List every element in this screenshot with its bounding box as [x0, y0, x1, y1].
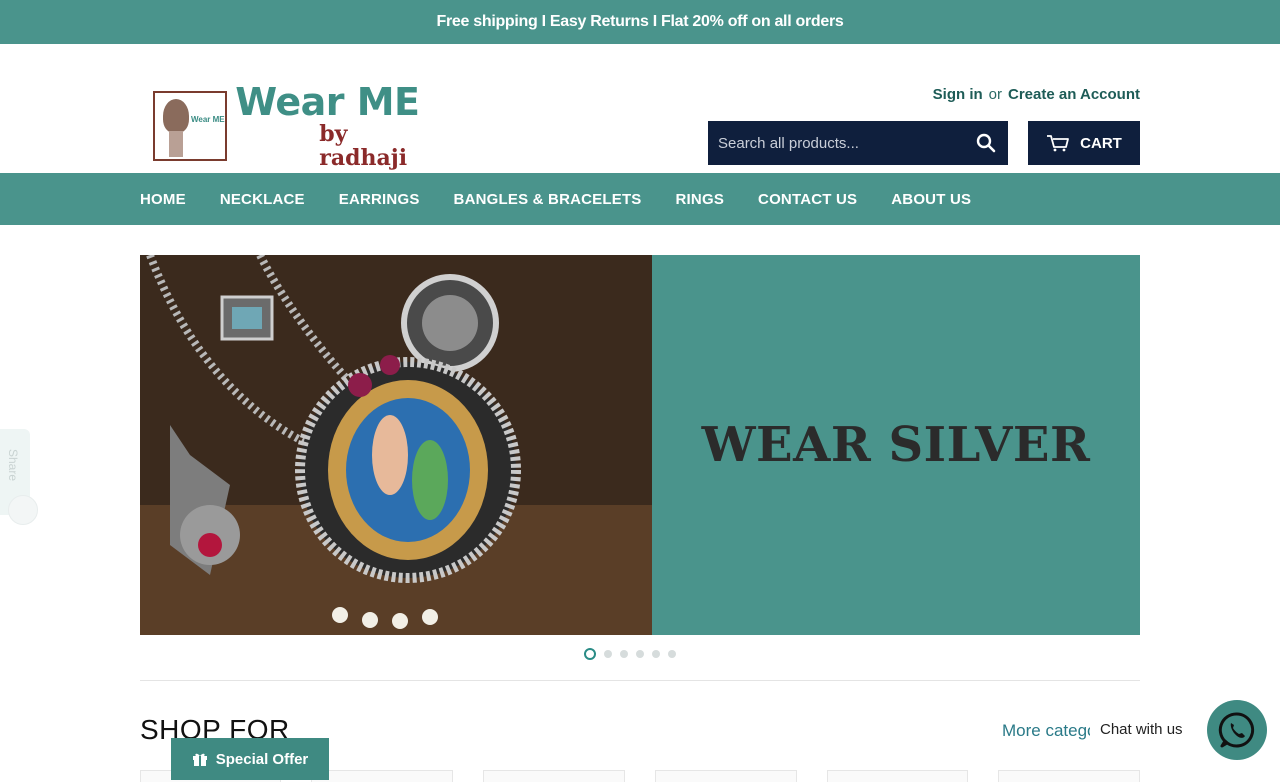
slide-dot-6[interactable]: [668, 650, 676, 658]
nav-item-about-us[interactable]: ABOUT US: [891, 191, 971, 208]
signin-link[interactable]: Sign in: [933, 86, 983, 103]
nav-item-necklace[interactable]: NECKLACE: [220, 191, 305, 208]
jewelry-photo-illustration: [140, 255, 652, 635]
logo-figure-neck: [169, 131, 183, 157]
nav-item-earrings[interactable]: EARRINGS: [339, 191, 420, 208]
category-card[interactable]: [655, 770, 797, 782]
slide-dot-2[interactable]: [604, 650, 612, 658]
gift-icon: [192, 753, 207, 766]
logo-emblem: Wear ME: [153, 91, 228, 161]
site-header: Wear ME Wear ME by radhaji Sign in or Crea…: [0, 44, 1280, 173]
slide-dot-5[interactable]: [652, 650, 660, 658]
category-card[interactable]: [998, 770, 1140, 782]
slide-dot-3[interactable]: [620, 650, 628, 658]
slide-dot-1[interactable]: [584, 648, 596, 660]
nav-item-contact-us[interactable]: CONTACT US: [758, 191, 857, 208]
create-account-link[interactable]: Create an Account: [1008, 86, 1140, 103]
hero-title: WEAR SILVER: [701, 417, 1091, 473]
cart-button[interactable]: CART: [1028, 121, 1140, 165]
section-divider: [140, 680, 1140, 681]
hero-slideshow[interactable]: WEAR SILVER: [140, 255, 1140, 635]
nav-item-rings[interactable]: RINGS: [676, 191, 725, 208]
slideshow-dots: [584, 648, 676, 660]
whatsapp-chat-button[interactable]: [1207, 700, 1267, 760]
category-card[interactable]: [483, 770, 625, 782]
brand-logo[interactable]: Wear ME Wear ME by radhaji: [143, 82, 438, 170]
category-card[interactable]: [827, 770, 968, 782]
more-categories-link[interactable]: More categories: [1002, 721, 1090, 741]
account-links: Sign in or Create an Account: [933, 86, 1140, 103]
share-whatsapp-icon[interactable]: [8, 495, 38, 525]
slide-dot-4[interactable]: [636, 650, 644, 658]
search-bar: [708, 121, 1008, 165]
search-icon: [976, 133, 996, 153]
cart-icon: [1047, 135, 1070, 152]
nav-item-home[interactable]: HOME: [140, 191, 186, 208]
special-offer-button[interactable]: Special Offer: [171, 738, 329, 780]
or-text: or: [988, 86, 1003, 103]
share-label: Share: [6, 449, 20, 482]
nav-item-bangles-bracelets[interactable]: BANGLES & BRACELETS: [454, 191, 642, 208]
whatsapp-icon: [1218, 712, 1255, 748]
announcement-bar: Free shipping I Easy Returns I Flat 20% …: [0, 0, 1280, 44]
logo-subtitle: by radhaji: [319, 121, 408, 171]
special-offer-label: Special Offer: [215, 750, 309, 768]
main-nav: HOME NECKLACE EARRINGS BANGLES & BRACELE…: [0, 173, 1280, 225]
logo-text: Wear ME by radhaji: [235, 82, 438, 170]
search-input[interactable]: [708, 121, 964, 165]
search-button[interactable]: [964, 121, 1008, 165]
chat-label[interactable]: Chat with us: [1100, 721, 1183, 738]
logo-mini-text: Wear ME: [191, 115, 225, 124]
category-card[interactable]: [311, 770, 453, 782]
logo-figure: [163, 99, 189, 133]
hero-jewelry-image: [140, 255, 652, 635]
cart-label: CART: [1080, 134, 1122, 152]
hero-text-panel: WEAR SILVER: [652, 255, 1140, 635]
logo-title: Wear ME: [235, 80, 420, 124]
